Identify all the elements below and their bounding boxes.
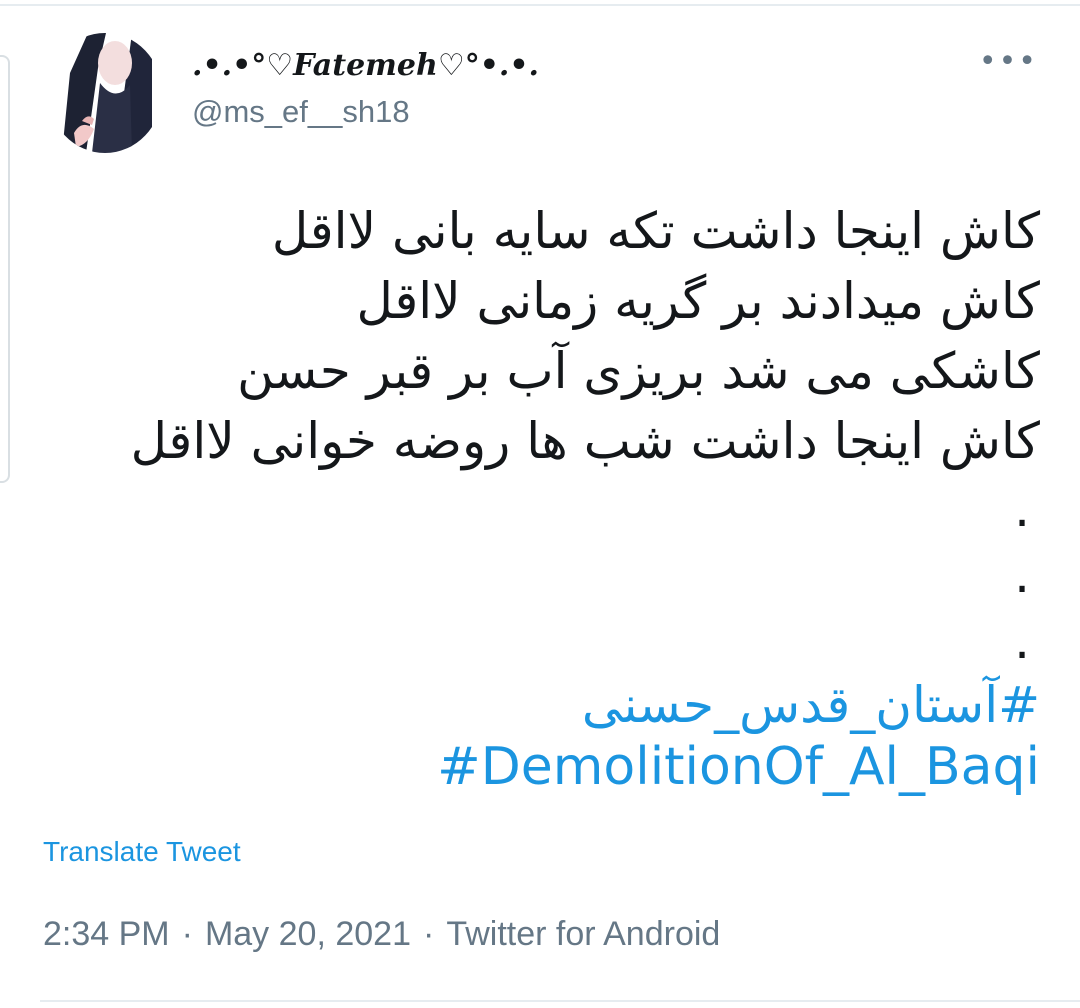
tweet-line-2: کاش میدادند بر گریه زمانی لااقل: [356, 272, 1040, 330]
previous-panel-edge: [0, 55, 10, 483]
author-display-name[interactable]: .•.•°♡Fatemeh♡°•.•.: [192, 48, 539, 83]
hashtag-demolition-link[interactable]: #DemolitionOf_Al_Baqi: [140, 736, 1040, 798]
tweet-line-3: کاشکی می شد بریزی آب بر قبر حسن: [237, 342, 1040, 400]
tweet-line-1: کاش اینجا داشت تکه سایه بانی لااقل: [271, 202, 1040, 260]
tweet-text: کاش اینجا داشت تکه سایه بانی لااقل کاش م…: [130, 196, 1040, 798]
tweet-dot-1: .: [1014, 480, 1030, 538]
tweet-line-4: کاش اینجا داشت شب ها روضه خوانی لااقل: [130, 412, 1040, 470]
meta-separator: ·: [181, 915, 193, 953]
tweet-date[interactable]: May 20, 2021: [205, 915, 411, 953]
tweet-dot-3: .: [1014, 612, 1030, 670]
translate-tweet-link[interactable]: Translate Tweet: [43, 836, 241, 868]
author-handle[interactable]: @ms_ef__sh18: [192, 94, 410, 130]
meta-separator: ·: [422, 915, 435, 953]
bottom-divider: [40, 1000, 1080, 1002]
tweet-source-link[interactable]: Twitter for Android: [446, 915, 720, 953]
more-horizontal-icon[interactable]: •••: [979, 47, 1038, 77]
avatar[interactable]: [48, 33, 162, 153]
tweet-time[interactable]: 2:34 PM: [43, 915, 170, 953]
tweet-dot-2: .: [1014, 546, 1030, 604]
tweet-metadata: 2:34 PM · May 20, 2021 · Twitter for Android: [43, 915, 720, 954]
avatar-image: [48, 33, 162, 153]
hashtag-persian-link[interactable]: #آستان_قدس_حسنی: [140, 674, 1040, 736]
top-divider: [0, 4, 1080, 6]
